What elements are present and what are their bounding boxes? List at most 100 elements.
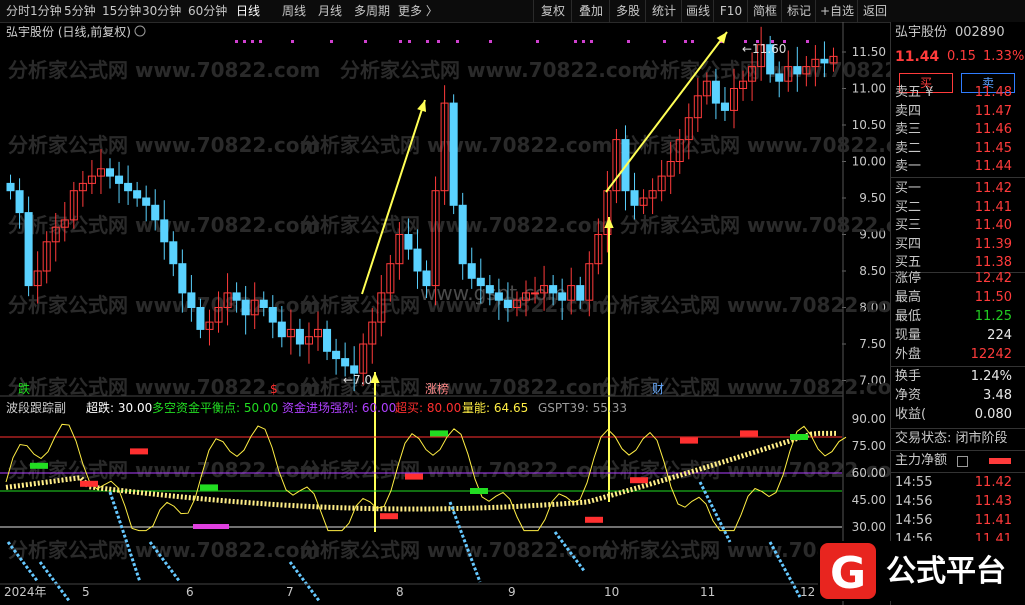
indicator-value: 资金进场强烈: 60.00 xyxy=(282,400,396,415)
signal-dot xyxy=(437,40,440,43)
period-tab-9[interactable]: 多周期 xyxy=(354,0,390,22)
signal-dot xyxy=(663,40,666,43)
bid-row[interactable]: 买三 11.40 xyxy=(891,217,1025,235)
price-axis-label: 7.50 xyxy=(859,337,886,351)
quote-row: 最高 11.50 xyxy=(895,290,1012,305)
candle-body xyxy=(775,73,784,82)
event-marker: 财 xyxy=(652,382,664,396)
price-axis-label: 8.50 xyxy=(859,264,886,278)
toolbar-button-5[interactable]: F10 xyxy=(713,0,748,22)
candle-body xyxy=(332,350,341,360)
trend-arrow xyxy=(605,31,728,193)
last-price: 11.44 xyxy=(895,49,940,65)
trade-status: 交易状态: 闭市阶段 xyxy=(895,431,1008,446)
signal-dot xyxy=(590,40,593,43)
indicator-axis-label: 60.00 xyxy=(852,466,886,480)
logo-g: G xyxy=(830,548,866,599)
low-annotation: ←7.0 xyxy=(343,373,372,387)
candle-body xyxy=(6,182,15,192)
net-flow-row[interactable]: 主力净额 xyxy=(891,452,1025,470)
toolbar-button-4[interactable]: 画线 xyxy=(681,0,714,22)
period-tab-7[interactable]: 周线 xyxy=(282,0,306,22)
tick-row: 14:56 11.41 xyxy=(895,513,1012,528)
candle-body xyxy=(160,219,169,243)
toolbar-button-8[interactable]: +自选 xyxy=(815,0,858,22)
candle-body xyxy=(15,190,24,214)
chart-area[interactable]: 弘宇股份 (日线,前复权)11.5011.0010.5010.009.509.0… xyxy=(0,22,890,605)
candle-body xyxy=(295,328,304,345)
ask-row[interactable]: 卖三 11.46 xyxy=(891,121,1025,139)
candle-body xyxy=(133,190,142,199)
signal-dot xyxy=(536,40,539,43)
signal-bar xyxy=(200,484,218,491)
signal-dot xyxy=(426,40,429,43)
candle-body xyxy=(449,102,458,206)
candle-body xyxy=(531,292,540,295)
price-axis-label: 11.00 xyxy=(852,82,886,96)
toolbar-button-6[interactable]: 简框 xyxy=(747,0,782,22)
candle-body xyxy=(24,212,33,287)
ask-row[interactable]: 卖五 ¥11.48 xyxy=(891,84,1025,102)
signal-dot xyxy=(251,40,254,43)
chart-title: 弘宇股份 (日线,前复权) xyxy=(6,24,131,39)
candle-body xyxy=(458,204,467,265)
toolbar-button-7[interactable]: 标记 xyxy=(781,0,816,22)
toolbar-button-3[interactable]: 统计 xyxy=(645,0,682,22)
indicator-value: 量能: 64.65 xyxy=(462,401,528,415)
event-marker: 跌 xyxy=(18,381,30,396)
signal-dot xyxy=(291,40,294,43)
blue-trace xyxy=(288,561,322,603)
period-tab-4[interactable]: 30分钟 xyxy=(142,0,181,22)
toolbar-button-2[interactable]: 多股 xyxy=(609,0,646,22)
signal-bar xyxy=(790,434,808,440)
period-tab-0[interactable]: 分时 xyxy=(6,0,30,22)
bid-row[interactable]: 买二 11.41 xyxy=(891,199,1025,217)
watermark-text: 分析家公式网 www.70822.com xyxy=(8,58,320,82)
candle-body xyxy=(422,270,431,287)
signal-bar xyxy=(585,516,603,523)
period-tab-6[interactable]: 日线 xyxy=(236,0,260,22)
indicator-axis-label: 90.00 xyxy=(852,412,886,426)
indicator-name: 波段跟踪副 xyxy=(6,400,66,415)
list-icon[interactable] xyxy=(957,456,968,467)
dropdown-icon[interactable] xyxy=(134,25,146,37)
toolbar-button-0[interactable]: 复权 xyxy=(533,0,572,22)
toolbar-button-9[interactable]: 返回 xyxy=(857,0,892,22)
signal-dot xyxy=(235,40,238,43)
period-tab-3[interactable]: 15分钟 xyxy=(102,0,141,22)
period-tab-5[interactable]: 60分钟 xyxy=(188,0,227,22)
period-tab-8[interactable]: 月线 xyxy=(318,0,342,22)
quote-row-2: 收益(0.080 xyxy=(895,407,1012,422)
x-axis-label: 8 xyxy=(396,585,404,599)
stock-header: 弘宇股份 002890 xyxy=(891,24,1025,44)
bid-row[interactable]: 买四 11.39 xyxy=(891,236,1025,254)
period-tab-10[interactable]: 更多 〉 xyxy=(398,0,438,22)
bid-row[interactable]: 买一 11.42 xyxy=(891,180,1025,198)
ask-row[interactable]: 卖四 11.47 xyxy=(891,103,1025,121)
candle-body xyxy=(793,66,802,75)
signal-bar xyxy=(380,513,398,520)
ask-row[interactable]: 卖一 11.44 xyxy=(891,158,1025,176)
right-panel: 弘宇股份 002890 11.44 0.15 1.33% 买 卖 卖五 ¥11.… xyxy=(890,22,1025,605)
period-tab-1[interactable]: 1分钟 xyxy=(30,0,62,22)
candle-body xyxy=(494,292,503,301)
signal-bar xyxy=(130,448,148,455)
x-axis-label: 9 xyxy=(508,585,516,599)
ask-row[interactable]: 卖二 11.45 xyxy=(891,140,1025,158)
candle-body xyxy=(576,285,585,301)
period-tab-2[interactable]: 5分钟 xyxy=(64,0,96,22)
tick-row: 14:55 11.42 xyxy=(895,475,1012,490)
toolbar-button-1[interactable]: 叠加 xyxy=(571,0,610,22)
signal-dot xyxy=(364,40,367,43)
signal-dot xyxy=(399,40,402,43)
candle-body xyxy=(259,299,268,309)
tick-row: 14:56 11.43 xyxy=(895,494,1012,509)
candle-body xyxy=(476,277,485,287)
signal-bar xyxy=(630,477,648,484)
x-axis-label: 12 xyxy=(800,585,815,599)
x-axis-label: 7 xyxy=(286,585,294,599)
candle-body xyxy=(105,168,115,177)
signal-bar xyxy=(740,430,758,437)
candle-body xyxy=(277,321,286,338)
watermark-text: 分析家公式网 www.70822.com xyxy=(300,458,612,482)
